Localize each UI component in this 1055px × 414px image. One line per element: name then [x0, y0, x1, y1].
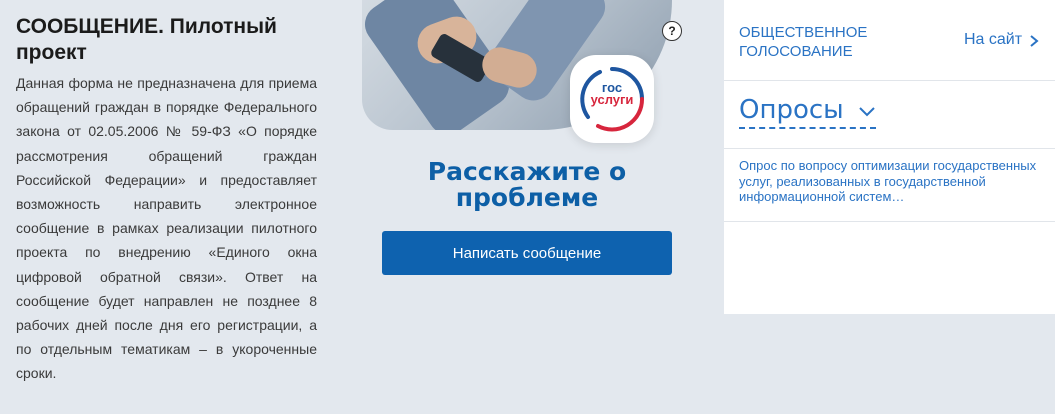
chevron-down-icon — [859, 106, 875, 116]
feedback-block: ? гос услуги Расскажите о проблеме Напис… — [362, 0, 692, 414]
chevron-right-icon[interactable] — [1028, 35, 1040, 47]
site-link[interactable]: На сайт — [964, 31, 1022, 49]
page-title: СООБЩЕНИЕ. Пилотный проект — [16, 15, 277, 64]
right-panel: ОБЩЕСТВЕННОЕ ГОЛОСОВАНИЕ На сайт Опросы … — [724, 0, 1055, 314]
logo-text: гос услуги — [583, 81, 641, 107]
divider — [724, 221, 1055, 222]
help-icon[interactable]: ? — [662, 21, 682, 41]
polls-title: Опросы — [739, 95, 844, 125]
logo-line-2: услуги — [590, 92, 634, 107]
public-voting-row: ОБЩЕСТВЕННОЕ ГОЛОСОВАНИЕ На сайт — [724, 0, 1055, 81]
polls-row: Опросы — [724, 81, 1055, 149]
cta-title: Расскажите о проблеме — [427, 157, 627, 212]
polls-dropdown[interactable]: Опросы — [739, 95, 876, 129]
gosuslugi-logo: гос услуги — [570, 55, 654, 143]
description-text: Данная форма не предназначена для приема… — [16, 75, 317, 382]
info-block: СООБЩЕНИЕ. Пилотный проект Данная форма … — [16, 14, 317, 386]
poll-item-link[interactable]: Опрос по вопросу оптимизации государстве… — [739, 158, 1044, 205]
write-message-button[interactable]: Написать сообщение — [382, 231, 672, 275]
public-voting-title: ОБЩЕСТВЕННОЕ ГОЛОСОВАНИЕ — [739, 24, 868, 60]
